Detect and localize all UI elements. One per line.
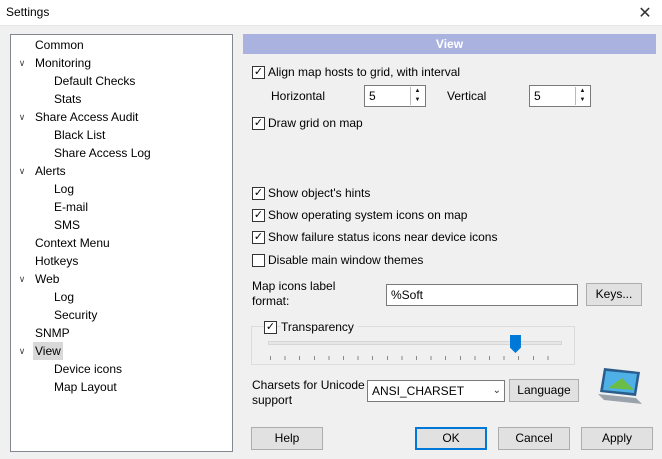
- spin-down-icon[interactable]: ▼: [576, 96, 589, 105]
- tree-item-label: Default Checks: [54, 74, 136, 88]
- tree-item-label: SNMP: [35, 326, 70, 340]
- horizontal-label: Horizontal: [271, 89, 326, 103]
- show-failure-checkbox[interactable]: ✓: [252, 231, 265, 244]
- tree-item-label: Stats: [54, 92, 82, 106]
- charsets-label: Charsets for Unicode: [252, 378, 365, 392]
- tree-item-label: Share Access Log: [54, 146, 151, 160]
- close-icon[interactable]: ✕: [628, 0, 662, 26]
- tree-item-label: Device icons: [54, 362, 123, 376]
- tree-item-label: SMS: [54, 218, 81, 232]
- keys-button[interactable]: Keys...: [586, 283, 642, 306]
- tree-item-label: Map Layout: [54, 380, 117, 394]
- show-os-icons-checkbox[interactable]: ✓: [252, 209, 265, 222]
- laptop-icon: [598, 368, 642, 404]
- show-os-icons-label: Show operating system icons on map: [268, 208, 468, 222]
- title-bar: Settings ✕: [0, 0, 662, 26]
- tree-item-label: Share Access Audit: [35, 110, 139, 124]
- view-header: View: [243, 34, 656, 54]
- vertical-spinner[interactable]: 5 ▲ ▼: [529, 85, 591, 107]
- charsets-label-2: support: [252, 393, 293, 407]
- help-button[interactable]: Help: [251, 427, 323, 450]
- map-label-format-input[interactable]: %Soft: [386, 284, 578, 306]
- settings-tree[interactable]: Common ∨ Monitoring Default Checks Stats ∨ Sha…: [10, 34, 233, 452]
- spin-down-icon[interactable]: ▼: [411, 96, 424, 105]
- tree-item-label: Monitoring: [35, 56, 92, 70]
- slider-ticks: [270, 356, 562, 360]
- show-hints-checkbox[interactable]: ✓: [252, 187, 265, 200]
- charset-select[interactable]: ANSI_CHARSET ⌄: [367, 380, 505, 402]
- tree-item-label: Common: [35, 38, 84, 52]
- draw-grid-label: Draw grid on map: [268, 116, 363, 130]
- chevron-down-icon[interactable]: ∨: [17, 162, 27, 180]
- window-title: Settings: [6, 5, 50, 19]
- align-grid-checkbox[interactable]: ✓: [252, 66, 265, 79]
- map-label-format-label-2: format:: [252, 294, 290, 308]
- tree-item-label: Alerts: [35, 164, 66, 178]
- horizontal-spinner[interactable]: 5 ▲ ▼: [364, 85, 426, 107]
- apply-button[interactable]: Apply: [581, 427, 653, 450]
- show-hints-label: Show object's hints: [268, 186, 371, 200]
- chevron-down-icon: ⌄: [492, 385, 501, 396]
- tree-item-label: Black List: [54, 128, 106, 142]
- disable-themes-checkbox[interactable]: [252, 254, 265, 267]
- chevron-down-icon[interactable]: ∨: [17, 54, 27, 72]
- tree-item-label: Hotkeys: [35, 254, 79, 268]
- map-label-format-label: Map icons label: [252, 279, 336, 293]
- transparency-checkbox[interactable]: ✓: [264, 321, 277, 334]
- ok-button[interactable]: OK: [415, 427, 487, 450]
- cancel-button[interactable]: Cancel: [498, 427, 570, 450]
- tree-item-label: Security: [54, 308, 98, 322]
- tree-item-label: View: [33, 342, 63, 360]
- tree-item-label: Web: [35, 272, 60, 286]
- language-button[interactable]: Language: [509, 379, 579, 402]
- spin-up-icon[interactable]: ▲: [576, 87, 589, 96]
- transparency-label: Transparency: [281, 320, 358, 334]
- draw-grid-checkbox[interactable]: ✓: [252, 117, 265, 130]
- spin-up-icon[interactable]: ▲: [411, 87, 424, 96]
- tree-item-label: Log: [54, 182, 75, 196]
- chevron-down-icon[interactable]: ∨: [17, 342, 27, 360]
- align-grid-label: Align map hosts to grid, with interval: [268, 65, 461, 79]
- disable-themes-label: Disable main window themes: [268, 253, 424, 267]
- chevron-down-icon[interactable]: ∨: [17, 270, 27, 288]
- show-failure-label: Show failure status icons near device ic…: [268, 230, 498, 244]
- tree-item-label: Context Menu: [35, 236, 110, 250]
- chevron-down-icon[interactable]: ∨: [17, 108, 27, 126]
- vertical-label: Vertical: [447, 89, 487, 103]
- tree-item-label: Log: [54, 290, 75, 304]
- tree-item-label: E-mail: [54, 200, 89, 214]
